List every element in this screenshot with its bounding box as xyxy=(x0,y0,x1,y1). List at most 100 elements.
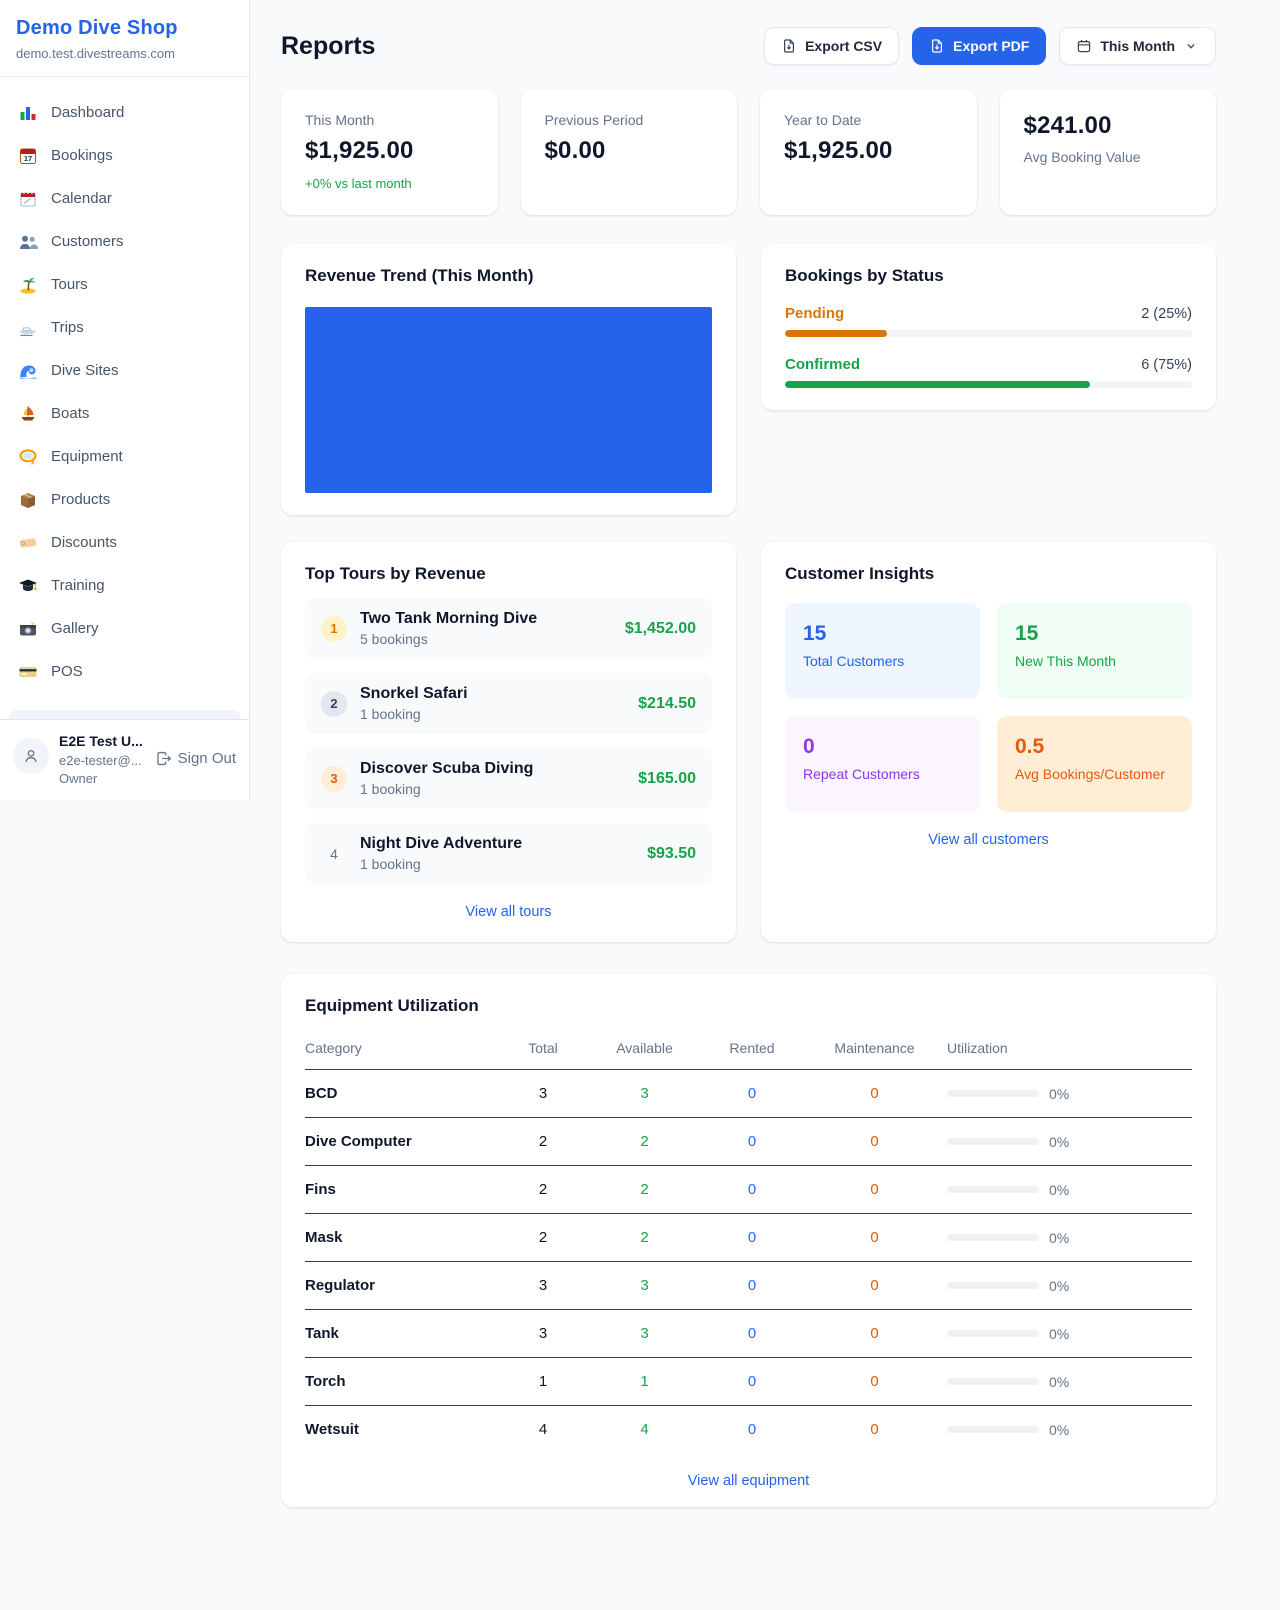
sidebar-item-label: Equipment xyxy=(51,448,123,465)
utilization-percent: 0% xyxy=(1049,1422,1069,1438)
sidebar-item-label: Trips xyxy=(51,319,84,336)
cell-rented: 0 xyxy=(702,1070,802,1118)
tile-value: 0 xyxy=(803,735,962,759)
graduation-cap-icon xyxy=(18,576,38,596)
utilization-bar xyxy=(947,1138,1039,1145)
sidebar-item-trips[interactable]: Trips xyxy=(8,306,241,349)
insight-tile-avg-bookings: 0.5 Avg Bookings/Customer xyxy=(997,716,1192,812)
cell-category: Wetsuit xyxy=(305,1406,499,1454)
person-icon xyxy=(21,746,41,766)
export-csv-button[interactable]: Export CSV xyxy=(764,27,899,65)
people-icon xyxy=(18,232,38,252)
export-pdf-button[interactable]: Export PDF xyxy=(912,27,1046,65)
file-download-icon xyxy=(929,38,945,54)
cell-maintenance: 0 xyxy=(802,1070,947,1118)
camera-icon xyxy=(18,619,38,639)
stat-card-previous-period: Previous Period $0.00 xyxy=(521,90,738,215)
sidebar-item-reports-partial[interactable] xyxy=(8,710,241,719)
period-label: This Month xyxy=(1100,38,1175,54)
utilization-percent: 0% xyxy=(1049,1374,1069,1390)
cell-available: 4 xyxy=(587,1406,702,1454)
cell-maintenance: 0 xyxy=(802,1262,947,1310)
cell-maintenance: 0 xyxy=(802,1358,947,1406)
view-all-customers-link[interactable]: View all customers xyxy=(785,832,1192,848)
utilization-bar xyxy=(947,1282,1039,1289)
stat-label: Avg Booking Value xyxy=(1024,149,1193,165)
sidebar-item-label: Products xyxy=(51,491,110,508)
sidebar: Demo Dive Shop demo.test.divestreams.com… xyxy=(0,0,250,800)
export-pdf-label: Export PDF xyxy=(953,38,1029,54)
table-row: BCD 3 3 0 0 0% xyxy=(305,1070,1192,1118)
cell-total: 3 xyxy=(499,1070,587,1118)
cell-category: Mask xyxy=(305,1214,499,1262)
table-header-row: Category Total Available Rented Maintena… xyxy=(305,1030,1192,1070)
revenue-trend-title: Revenue Trend (This Month) xyxy=(305,266,712,286)
view-all-tours-link[interactable]: View all tours xyxy=(305,904,712,920)
brand: Demo Dive Shop demo.test.divestreams.com xyxy=(0,0,249,77)
stat-card-year-to-date: Year to Date $1,925.00 xyxy=(760,90,977,215)
page-title: Reports xyxy=(281,32,375,61)
sailboat-icon xyxy=(18,404,38,424)
tour-amount: $214.50 xyxy=(638,695,696,713)
tag-icon xyxy=(18,533,38,553)
cell-available: 3 xyxy=(587,1310,702,1358)
tour-name: Night Dive Adventure xyxy=(360,835,634,853)
tour-bookings: 1 booking xyxy=(360,856,634,872)
sidebar-item-pos[interactable]: POS xyxy=(8,650,241,693)
sidebar-item-tours[interactable]: Tours xyxy=(8,263,241,306)
stat-label: Year to Date xyxy=(784,112,953,128)
stat-value: $1,925.00 xyxy=(305,137,474,165)
tile-label: New This Month xyxy=(1015,653,1174,669)
sidebar-item-dashboard[interactable]: Dashboard xyxy=(8,91,241,134)
shop-title: Demo Dive Shop xyxy=(16,17,233,40)
sign-out-button[interactable]: Sign Out xyxy=(155,750,236,767)
utilization-percent: 0% xyxy=(1049,1278,1069,1294)
sidebar-item-products[interactable]: Products xyxy=(8,478,241,521)
insight-tile-repeat-customers: 0 Repeat Customers xyxy=(785,716,980,812)
cell-rented: 0 xyxy=(702,1310,802,1358)
cell-maintenance: 0 xyxy=(802,1310,947,1358)
calendar-pad-icon xyxy=(18,189,38,209)
sign-out-label: Sign Out xyxy=(178,750,236,767)
sidebar-item-equipment[interactable]: Equipment xyxy=(8,435,241,478)
cell-total: 3 xyxy=(499,1262,587,1310)
stat-delta: +0% vs last month xyxy=(305,176,474,191)
cell-category: Tank xyxy=(305,1310,499,1358)
table-row: Dive Computer 2 2 0 0 0% xyxy=(305,1118,1192,1166)
tour-amount: $93.50 xyxy=(647,845,696,863)
sidebar-item-customers[interactable]: Customers xyxy=(8,220,241,263)
utilization-percent: 0% xyxy=(1049,1134,1069,1150)
revenue-trend-card: Revenue Trend (This Month) xyxy=(281,244,736,515)
cell-maintenance: 0 xyxy=(802,1406,947,1454)
sidebar-item-dive-sites[interactable]: Dive Sites xyxy=(8,349,241,392)
main-content: Reports Export CSV Export PDF This Month xyxy=(250,0,1247,1507)
sidebar-item-label: Discounts xyxy=(51,534,117,551)
utilization-bar xyxy=(947,1426,1039,1433)
table-row: Tank 3 3 0 0 0% xyxy=(305,1310,1192,1358)
sidebar-item-bookings[interactable]: 17 Bookings xyxy=(8,134,241,177)
cell-rented: 0 xyxy=(702,1118,802,1166)
column-header-category: Category xyxy=(305,1030,499,1070)
sidebar-item-discounts[interactable]: Discounts xyxy=(8,521,241,564)
cell-total: 2 xyxy=(499,1214,587,1262)
sidebar-item-label: Dashboard xyxy=(51,104,124,121)
column-header-available: Available xyxy=(587,1030,702,1070)
sidebar-item-calendar[interactable]: Calendar xyxy=(8,177,241,220)
file-download-icon xyxy=(781,38,797,54)
period-select[interactable]: This Month xyxy=(1059,27,1216,65)
sidebar-item-gallery[interactable]: Gallery xyxy=(8,607,241,650)
view-all-equipment-link[interactable]: View all equipment xyxy=(305,1473,1192,1489)
cell-maintenance: 0 xyxy=(802,1166,947,1214)
sidebar-item-training[interactable]: Training xyxy=(8,564,241,607)
equipment-table: Category Total Available Rented Maintena… xyxy=(305,1030,1192,1453)
sidebar-item-boats[interactable]: Boats xyxy=(8,392,241,435)
utilization-bar xyxy=(947,1378,1039,1385)
cell-category: Torch xyxy=(305,1358,499,1406)
column-header-utilization: Utilization xyxy=(947,1030,1192,1070)
stat-value: $0.00 xyxy=(545,137,714,165)
stat-label: This Month xyxy=(305,112,474,128)
cell-available: 3 xyxy=(587,1262,702,1310)
tour-bookings: 5 bookings xyxy=(360,631,612,647)
status-value: 6 (75%) xyxy=(1141,357,1192,373)
bookings-by-status-title: Bookings by Status xyxy=(785,266,1192,286)
